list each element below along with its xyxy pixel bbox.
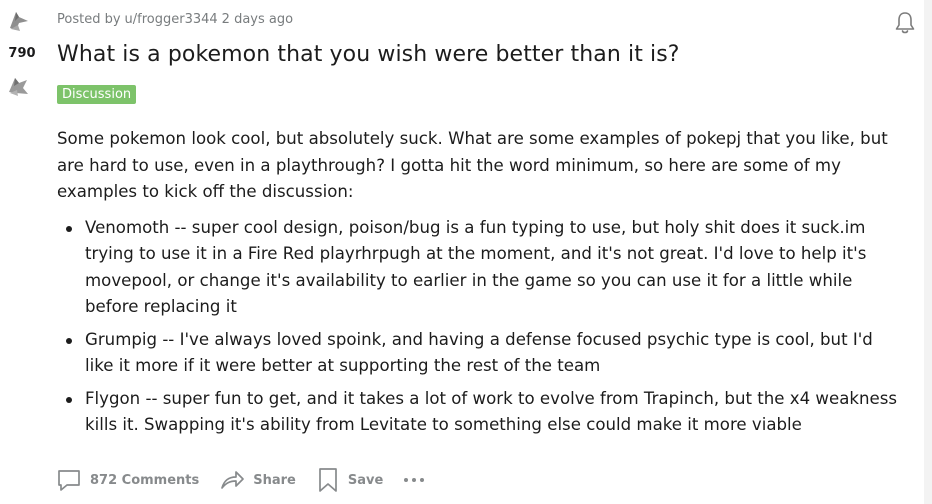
downvote-arrow-icon[interactable] [6,72,32,98]
share-arrow-icon [221,471,245,489]
post-meta: Posted by u/frogger3344 2 days ago [57,12,297,27]
vote-count: 790 [8,46,36,61]
post-age: 2 days ago [221,12,294,27]
bookmark-icon [319,468,337,492]
share-label: Share [253,472,296,488]
upvote-arrow-icon[interactable] [6,8,32,34]
comment-bubble-icon [58,470,80,491]
more-options-button[interactable] [403,476,425,484]
post-flair[interactable]: Discussion [57,85,137,104]
post-body: Some pokemon look cool, but absolutely s… [57,126,897,445]
post-title[interactable]: What is a pokemon that you wish were bet… [57,42,680,67]
share-button[interactable]: Share [219,467,296,493]
list-item: Grumpig -- I've always loved spoink, and… [57,327,897,380]
comments-label: 872 Comments [90,472,200,488]
author-link[interactable]: u/frogger3344 [125,12,218,27]
post-actions: 872 Comments Share Save [56,464,425,496]
more-options-icon [404,478,425,482]
save-label: Save [347,472,384,488]
bullet-list: Venomoth -- super cool design, poison/bu… [57,215,897,439]
sidebar-edge [924,0,932,504]
posted-by-label: Posted by [57,12,121,27]
post-intro: Some pokemon look cool, but absolutely s… [57,129,888,201]
save-button[interactable]: Save [316,467,383,493]
vote-column: 790 [0,0,44,110]
bell-icon[interactable] [892,10,918,36]
comments-button[interactable]: 872 Comments [56,467,199,493]
list-item: Flygon -- super fun to get, and it takes… [57,386,897,439]
list-item: Venomoth -- super cool design, poison/bu… [57,215,897,321]
